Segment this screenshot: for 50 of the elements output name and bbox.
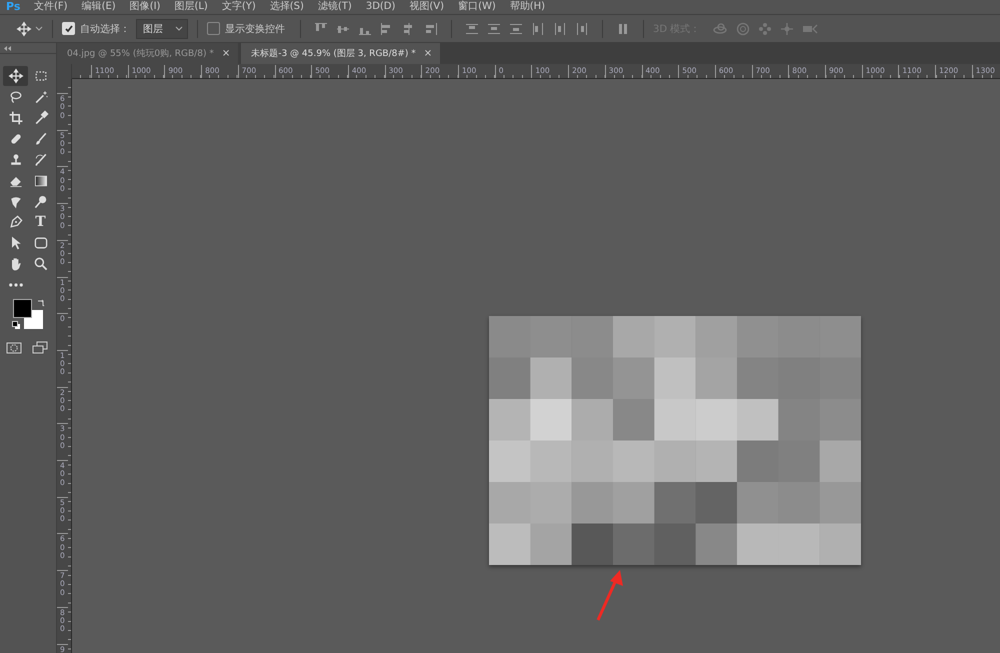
distribute-icon[interactable]	[575, 22, 589, 36]
swap-colors-icon[interactable]	[37, 299, 45, 308]
checkbox-label: 显示变换控件	[225, 22, 285, 36]
menu-item[interactable]: 选择(S)	[270, 2, 304, 12]
foreground-color-swatch[interactable]	[13, 299, 32, 318]
menu-item[interactable]: 图像(I)	[130, 2, 160, 12]
move-icon[interactable]	[16, 20, 32, 36]
tool-button[interactable]: T	[28, 212, 53, 233]
distribute-icon[interactable]	[465, 22, 479, 36]
dodge-icon	[32, 194, 48, 210]
collapse-icon[interactable]	[4, 46, 12, 50]
caret-icon[interactable]	[35, 26, 43, 32]
distribute-icon[interactable]	[487, 22, 501, 36]
app-logo: Ps	[6, 2, 22, 12]
move-icon	[8, 68, 24, 84]
tool-button[interactable]	[3, 66, 28, 86]
menu-item[interactable]: 滤镜(T)	[318, 2, 352, 12]
zoom-icon	[32, 256, 48, 272]
menu-item[interactable]: 视图(V)	[409, 2, 444, 12]
caret-icon	[175, 26, 183, 32]
background-color-swatch[interactable]	[24, 310, 43, 330]
menu-item[interactable]: 图层(L)	[174, 2, 208, 12]
distribute-icon[interactable]	[553, 22, 567, 36]
menu-item[interactable]: 编辑(E)	[82, 2, 116, 12]
menu-item[interactable]: 文字(Y)	[222, 2, 256, 12]
distribute-spacing-icon[interactable]	[616, 22, 630, 36]
distribute-icon[interactable]	[509, 22, 523, 36]
menu-item[interactable]: 文件(F)	[34, 2, 68, 12]
crop-icon	[8, 110, 24, 126]
pen-icon	[8, 214, 24, 230]
distribute-icon[interactable]	[531, 22, 545, 36]
more-icon	[8, 283, 22, 288]
screen-mode-icon[interactable]	[32, 341, 48, 356]
checkbox[interactable]	[207, 22, 220, 35]
close-button[interactable]: ×	[222, 48, 230, 59]
document-tab[interactable]: 04.jpg @ 55% (纯玩0购, RGB/8) * ×	[57, 43, 238, 64]
layer-dropdown[interactable]: 图层	[136, 18, 188, 38]
menu-item[interactable]: 帮助(H)	[510, 2, 546, 12]
close-button[interactable]: ×	[424, 48, 432, 59]
default-colors-icon[interactable]	[12, 321, 21, 330]
rounded-rectangle-icon	[32, 235, 48, 252]
checkbox-label: 自动选择：	[80, 22, 130, 36]
quick-mask-icon[interactable]	[6, 341, 22, 356]
lasso-icon	[8, 89, 24, 106]
arrow	[594, 568, 626, 622]
document-tab[interactable]: 未标题-3 @ 45.9% (图层 3, RGB/8#) * ×	[241, 43, 440, 64]
menu-item[interactable]: 3D(D)	[366, 2, 396, 12]
align-icon[interactable]	[424, 22, 438, 36]
history-brush-icon	[32, 152, 48, 168]
menu-item[interactable]: 窗口(W)	[458, 2, 496, 12]
